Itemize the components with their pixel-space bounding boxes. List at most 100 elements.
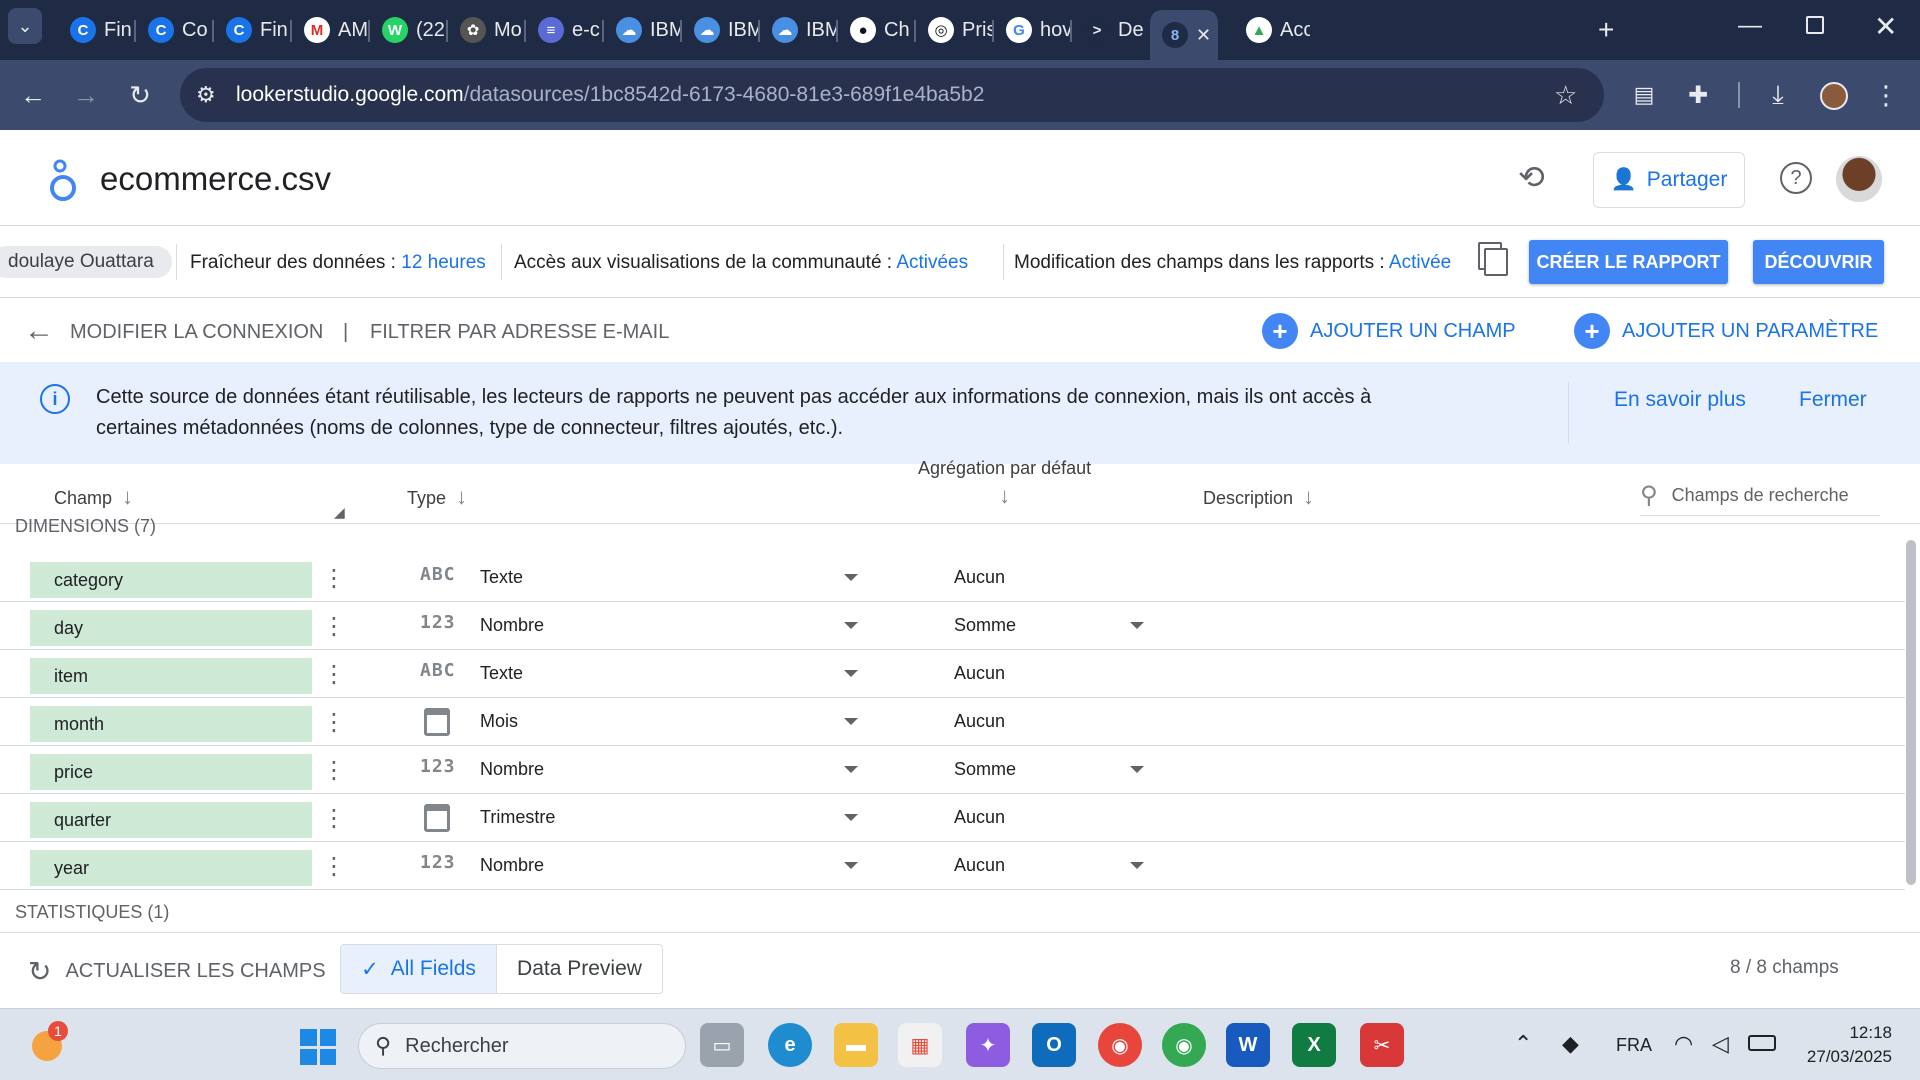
field-edit-link[interactable]: Activée <box>1389 252 1451 273</box>
column-header-description[interactable]: Description ↓ <box>1203 484 1314 510</box>
tray-overflow-icon[interactable]: ⌃ <box>1514 1031 1532 1057</box>
version-history-icon[interactable]: ⟲ <box>1518 158 1545 196</box>
field-search-box[interactable]: ⚲ Champs de recherche <box>1640 476 1880 516</box>
field-name-chip[interactable]: category <box>30 562 312 598</box>
copilot-icon[interactable]: ✦ <box>966 1023 1010 1067</box>
filter-by-email-button[interactable]: FILTRER PAR ADRESSE E-MAIL <box>370 321 669 344</box>
task-view-icon[interactable]: ▭ <box>700 1023 744 1067</box>
browser-tab[interactable]: 8 ✕ <box>1150 10 1218 60</box>
excel-icon[interactable]: X <box>1292 1023 1336 1067</box>
help-icon[interactable]: ? <box>1780 162 1812 194</box>
field-menu-icon[interactable]: ⋮ <box>322 658 346 692</box>
edge-icon[interactable]: e <box>768 1023 812 1067</box>
create-report-button[interactable]: CRÉER LE RAPPORT <box>1529 240 1728 284</box>
browser-tab[interactable]: ☁ IBM <box>760 10 838 50</box>
user-avatar[interactable] <box>1836 156 1882 202</box>
field-name-chip[interactable]: price <box>30 754 312 790</box>
field-type-select[interactable]: Nombre <box>480 615 544 636</box>
tab-all-fields[interactable]: ✓ All Fields <box>340 944 497 994</box>
add-field-button[interactable]: + AJOUTER UN CHAMP <box>1262 313 1516 349</box>
start-button[interactable] <box>300 1029 336 1065</box>
chevron-down-icon[interactable] <box>844 670 858 677</box>
community-link[interactable]: Activées <box>896 252 968 273</box>
reload-button[interactable]: ↻ <box>120 75 160 115</box>
reading-list-icon[interactable]: ▤ <box>1624 75 1664 115</box>
wifi-icon[interactable]: ◠ <box>1674 1031 1693 1057</box>
tab-search-button[interactable]: ⌄ <box>8 8 42 44</box>
browser-tab[interactable]: W (22 <box>370 10 448 50</box>
chevron-down-icon[interactable] <box>1130 862 1144 869</box>
back-button[interactable]: ← <box>13 75 53 115</box>
field-menu-icon[interactable]: ⋮ <box>322 562 346 596</box>
profile-avatar[interactable] <box>1820 82 1848 110</box>
field-menu-icon[interactable]: ⋮ <box>322 850 346 884</box>
field-name-chip[interactable]: year <box>30 850 312 886</box>
browser-tab[interactable]: ● Ch <box>838 10 916 50</box>
column-header-aggregation[interactable]: Agrégation par défaut ↓ <box>918 458 1091 509</box>
field-type-select[interactable]: Nombre <box>480 855 544 876</box>
dropbox-icon[interactable]: ◆ <box>1562 1031 1579 1057</box>
chevron-down-icon[interactable] <box>844 574 858 581</box>
browser-tab[interactable]: ≡ e-c <box>526 10 604 50</box>
tab-data-preview[interactable]: Data Preview <box>496 944 663 994</box>
volume-icon[interactable]: ◁ <box>1712 1031 1729 1057</box>
file-explorer-icon[interactable]: ▬ <box>834 1023 878 1067</box>
edit-connection-button[interactable]: MODIFIER LA CONNEXION <box>70 321 323 344</box>
browser-tab[interactable]: ☁ IBM <box>604 10 682 50</box>
vertical-scrollbar[interactable] <box>1906 540 1916 885</box>
field-menu-icon[interactable]: ⋮ <box>322 610 346 644</box>
column-resize-handle[interactable]: ◢ <box>334 504 345 521</box>
browser-tab[interactable]: Ghov <box>994 10 1072 50</box>
column-header-type[interactable]: Type ↓ <box>407 484 467 510</box>
field-name-chip[interactable]: quarter <box>30 802 312 838</box>
extensions-icon[interactable]: ✚ <box>1678 75 1718 115</box>
discover-button[interactable]: DÉCOUVRIR <box>1753 240 1884 284</box>
browser-tab[interactable]: ✿ Mo <box>448 10 526 50</box>
add-parameter-button[interactable]: + AJOUTER UN PARAMÈTRE <box>1574 313 1878 349</box>
learn-more-link[interactable]: En savoir plus <box>1614 384 1746 415</box>
address-bar[interactable]: ⚙ lookerstudio.google.com/datasources/1b… <box>180 68 1604 122</box>
taskbar-search[interactable]: ⚲ Rechercher <box>358 1023 686 1069</box>
field-menu-icon[interactable]: ⋮ <box>322 754 346 788</box>
browser-tab[interactable]: ◎ Pris <box>916 10 994 50</box>
field-type-select[interactable]: Nombre <box>480 759 544 780</box>
chevron-down-icon[interactable] <box>844 814 858 821</box>
browser-tab[interactable]: ▲ Acc <box>1234 10 1312 50</box>
snipping-tool-icon[interactable]: ✂ <box>1360 1023 1404 1067</box>
chrome-profile-icon[interactable]: ◉ <box>1162 1023 1206 1067</box>
chevron-down-icon[interactable] <box>844 622 858 629</box>
aggregation-select[interactable]: Aucun <box>954 855 1005 876</box>
minimize-button[interactable]: — <box>1738 12 1762 40</box>
chrome-icon[interactable]: ◉ <box>1098 1023 1142 1067</box>
field-name-chip[interactable]: day <box>30 610 312 646</box>
browser-menu-icon[interactable]: ⋮ <box>1866 75 1906 115</box>
field-type-select[interactable]: Texte <box>480 567 523 588</box>
store-icon[interactable]: ▦ <box>898 1023 942 1067</box>
freshness-link[interactable]: 12 heures <box>401 252 486 273</box>
field-menu-icon[interactable]: ⋮ <box>322 706 346 740</box>
field-type-select[interactable]: Mois <box>480 711 518 732</box>
owner-chip[interactable]: doulaye Ouattara <box>0 246 172 278</box>
close-banner-button[interactable]: Fermer <box>1799 384 1867 415</box>
chevron-down-icon[interactable] <box>844 766 858 773</box>
browser-tab[interactable]: > De <box>1072 10 1150 50</box>
browser-tab[interactable]: C Fin <box>58 10 136 50</box>
datasource-title[interactable]: ecommerce.csv <box>100 160 331 198</box>
browser-tab[interactable]: C Co <box>136 10 214 50</box>
refresh-fields-button[interactable]: ↻ ACTUALISER LES CHAMPS <box>28 955 326 988</box>
field-name-chip[interactable]: item <box>30 658 312 694</box>
bookmark-star-icon[interactable]: ☆ <box>1554 80 1577 111</box>
field-type-select[interactable]: Trimestre <box>480 807 555 828</box>
word-icon[interactable]: W <box>1226 1023 1270 1067</box>
copy-icon[interactable] <box>1484 248 1508 276</box>
aggregation-select[interactable]: Somme <box>954 615 1016 636</box>
site-info-icon[interactable]: ⚙ <box>196 82 216 108</box>
back-arrow-icon[interactable]: ← <box>24 314 54 348</box>
chevron-down-icon[interactable] <box>1130 766 1144 773</box>
column-header-field[interactable]: Champ ↓ <box>54 484 133 510</box>
field-type-select[interactable]: Texte <box>480 663 523 684</box>
forward-button[interactable]: → <box>66 75 106 115</box>
chevron-down-icon[interactable] <box>844 862 858 869</box>
download-icon[interactable]: ⤓ <box>1758 75 1798 115</box>
close-tab-icon[interactable]: ✕ <box>1196 25 1211 46</box>
